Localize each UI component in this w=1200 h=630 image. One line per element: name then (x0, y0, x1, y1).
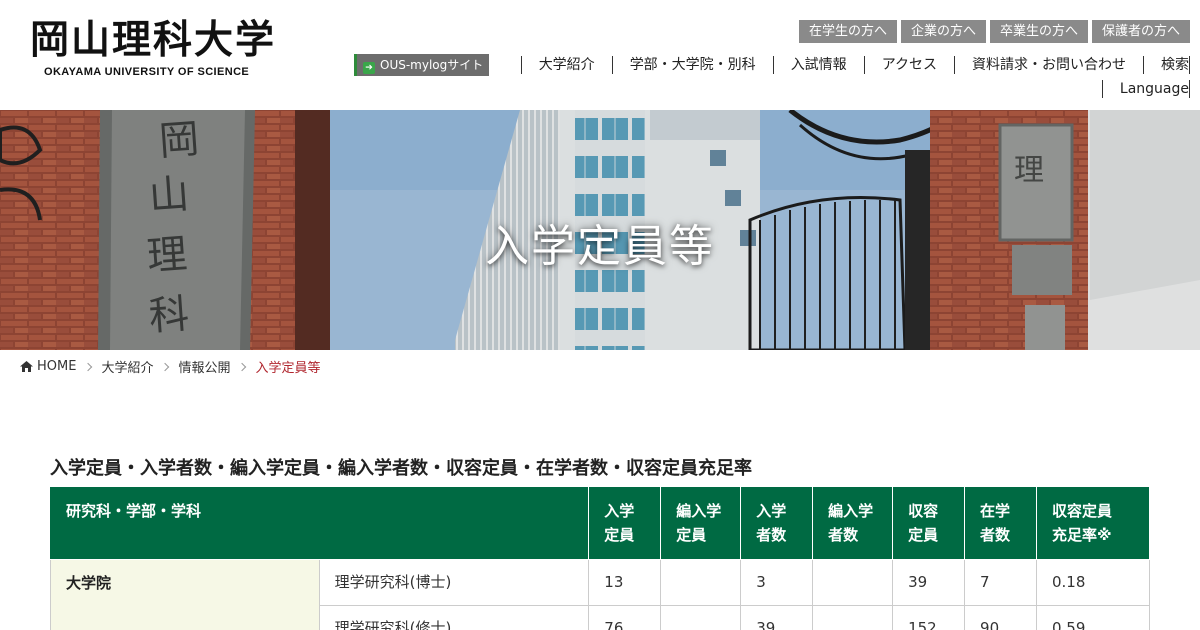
nav-admissions[interactable]: 入試情報 (772, 56, 864, 74)
site-header: 岡山理科大学 OKAYAMA UNIVERSITY OF SCIENCE 在学生… (0, 0, 1200, 110)
hero-banner: 岡 山 理 科 理 入学定員等 (0, 110, 1200, 350)
university-logo[interactable]: 岡山理科大学 OKAYAMA UNIVERSITY OF SCIENCE (30, 18, 275, 78)
col-header-department: 研究科・学部・学科 (49, 486, 590, 560)
link-companies[interactable]: 企業の方へ (900, 20, 986, 43)
cell-total-capacity: 39 (892, 559, 966, 606)
cell-fill-rate: 0.18 (1036, 559, 1150, 606)
enrollment-table: 研究科・学部・学科 入学 定員 編入学 定員 入学 者数 編入学 者数 収容 定員 在学者… (49, 486, 1150, 630)
cell-total-capacity: 152 (892, 605, 966, 630)
cell-transfer-capacity (660, 605, 742, 630)
table-header-row: 研究科・学部・学科 入学 定員 編入学 定員 入学 者数 編入学 者数 収容 定員 在学者… (49, 486, 1150, 560)
breadcrumb-current: 入学定員等 (255, 361, 321, 376)
chevron-right-icon (84, 362, 93, 371)
group-cell-graduate: 大学院 (50, 559, 320, 630)
table-row: 大学院 理学研究科(博士) 13 3 39 7 0.18 (50, 559, 1150, 630)
logo-english: OKAYAMA UNIVERSITY OF SCIENCE (44, 66, 250, 78)
cell-enrolled: 39 (740, 605, 814, 630)
nav-access[interactable]: アクセス (863, 56, 954, 74)
row-name: 理学研究科(博士) (318, 559, 590, 606)
cell-capacity: 76 (588, 605, 662, 630)
link-parents[interactable]: 保護者の方へ (1091, 20, 1190, 43)
breadcrumb-home[interactable]: HOME (37, 359, 76, 374)
page-title: 入学定員等 (485, 221, 715, 272)
link-students[interactable]: 在学生の方へ (798, 20, 897, 43)
col-header-enrolled: 入学 者数 (740, 486, 814, 560)
col-header-fill-rate: 収容定員 充足率※ (1036, 486, 1150, 560)
arrow-right-icon: ➔ (363, 62, 375, 74)
cell-transfer-enrolled (812, 605, 894, 630)
nav-faculties[interactable]: 学部・大学院・別科 (611, 56, 773, 74)
home-icon (20, 361, 33, 372)
chevron-right-icon (161, 362, 170, 371)
cell-fill-rate: 0.59 (1036, 605, 1150, 630)
col-header-transfer-capacity: 編入学 定員 (660, 486, 742, 560)
cell-enrolled: 3 (740, 559, 814, 606)
chevron-right-icon (238, 362, 247, 371)
cell-transfer-enrolled (812, 559, 894, 606)
col-header-students: 在学 者数 (964, 486, 1037, 560)
col-header-transfer-enrolled: 編入学 者数 (812, 486, 894, 560)
section-heading: 入学定員・入学者数・編入学定員・編入学者数・収容定員・在学者数・収容定員充足率 (50, 458, 752, 479)
nav-language[interactable]: Language (1101, 80, 1190, 98)
breadcrumb-about[interactable]: 大学紹介 (101, 357, 153, 376)
col-header-total-capacity: 収容 定員 (892, 486, 966, 560)
breadcrumb: HOME 大学紹介 情報公開 入学定員等 (20, 357, 321, 376)
row-name: 理学研究科(修士) (318, 605, 590, 630)
logo-japanese: 岡山理科大学 (30, 17, 277, 63)
col-header-capacity: 入学 定員 (588, 486, 662, 560)
mylog-label: OUS-mylogサイト (380, 58, 484, 72)
cell-students: 7 (964, 559, 1037, 606)
cell-transfer-capacity (660, 559, 742, 606)
link-alumni[interactable]: 卒業生の方へ (989, 20, 1088, 43)
audience-links: 在学生の方へ 企業の方へ 卒業生の方へ 保護者の方へ (798, 20, 1190, 43)
cell-capacity: 13 (588, 559, 662, 606)
nav-contact[interactable]: 資料請求・お問い合わせ (954, 56, 1143, 74)
global-nav: 大学紹介 学部・大学院・別科 入試情報 アクセス 資料請求・お問い合わせ 検索 … (490, 56, 1190, 98)
ous-mylog-button[interactable]: ➔ OUS-mylogサイト (354, 54, 489, 76)
breadcrumb-disclosure[interactable]: 情報公開 (178, 357, 230, 376)
cell-students: 90 (964, 605, 1037, 630)
nav-about[interactable]: 大学紹介 (520, 56, 612, 74)
nav-search[interactable]: 検索 (1143, 56, 1190, 74)
